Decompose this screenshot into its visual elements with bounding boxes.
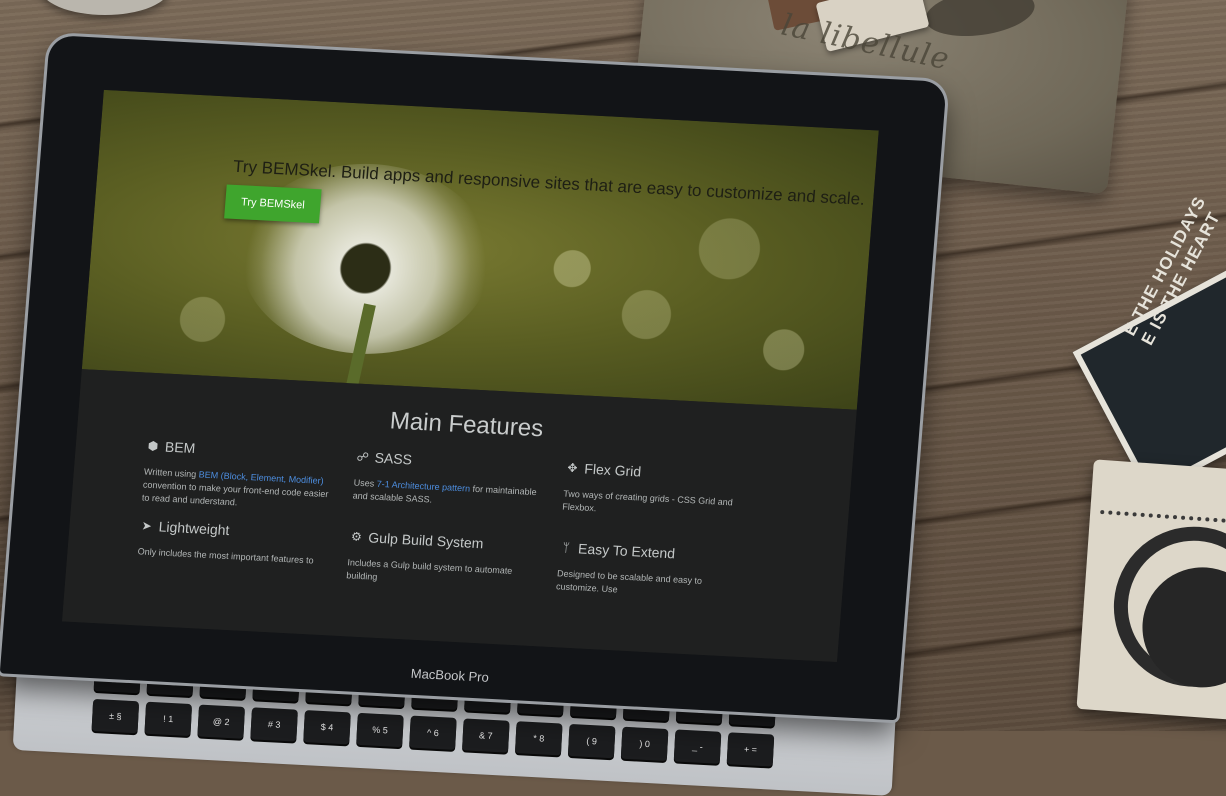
feature-description: Uses 7-1 Architecture pattern for mainta…	[352, 477, 544, 513]
key[interactable]: ^ 6	[409, 715, 457, 750]
gears-icon: ⚙	[350, 529, 363, 544]
key[interactable]: ± §	[91, 698, 140, 734]
feature-extend: ᛘ Easy To Extend Designed to be scalable …	[556, 539, 750, 603]
cubes-icon: ⬢	[147, 438, 159, 454]
code-fork-icon: ᛘ	[562, 540, 571, 555]
features-section: Main Features ⬢ BEM Written using BEM (Bl…	[62, 369, 857, 663]
key[interactable]: % 5	[356, 712, 404, 748]
feature-sass: ☍ SASS Uses 7-1 Architecture pattern for …	[352, 449, 546, 513]
feature-description: Includes a Gulp build system to automate…	[346, 557, 513, 582]
feature-text: Uses	[353, 477, 378, 489]
feature-title: Gulp Build System	[367, 529, 485, 552]
feature-title: Easy To Extend	[577, 540, 676, 562]
stone-tile	[1076, 459, 1226, 721]
feature-lightweight: ➤ Lightweight Only includes the most impo…	[137, 517, 330, 568]
feature-description: Only includes the most important feature…	[137, 546, 314, 566]
feature-description: Designed to be scalable and easy to cust…	[555, 568, 703, 595]
feature-description: Two ways of creating grids - CSS Grid an…	[562, 488, 734, 514]
feature-title: SASS	[374, 449, 413, 468]
key[interactable]: + =	[726, 732, 775, 767]
key[interactable]: _ -	[673, 729, 722, 764]
feature-title: BEM	[164, 438, 196, 457]
paper-plane-icon: ➤	[141, 518, 153, 533]
laptop-screen: Try BEMSkel. Build apps and responsive s…	[62, 89, 879, 663]
feature-title: Flex Grid	[583, 460, 642, 480]
hero-section: Try BEMSkel. Build apps and responsive s…	[81, 89, 879, 410]
key[interactable]: @ 2	[197, 704, 246, 739]
key[interactable]: ( 9	[567, 723, 616, 759]
sitemap-icon: ☍	[356, 449, 370, 465]
feature-flex-grid: ✥ Flex Grid Two ways of creating grids - …	[562, 460, 756, 524]
key[interactable]: # 3	[250, 707, 298, 742]
feature-gulp: ⚙ Gulp Build System Includes a Gulp build…	[346, 528, 540, 592]
architecture-link[interactable]: 7-1 Architecture pattern	[376, 479, 470, 494]
feature-title: Lightweight	[158, 518, 231, 539]
laptop-lid: Try BEMSkel. Build apps and responsive s…	[0, 35, 947, 721]
try-bemskel-button[interactable]: Try BEMSkel	[224, 184, 322, 224]
feature-description: Written using BEM (Block, Element, Modif…	[141, 466, 334, 515]
feature-bem: ⬢ BEM Written using BEM (Block, Element, …	[141, 438, 336, 515]
feature-text: Written using	[143, 466, 200, 480]
tile-ornament	[1100, 470, 1226, 525]
arrows-icon: ✥	[566, 460, 579, 476]
key[interactable]: $ 4	[303, 710, 351, 745]
key[interactable]: ) 0	[620, 726, 669, 762]
key[interactable]: * 8	[514, 721, 563, 756]
key[interactable]: & 7	[462, 718, 510, 753]
